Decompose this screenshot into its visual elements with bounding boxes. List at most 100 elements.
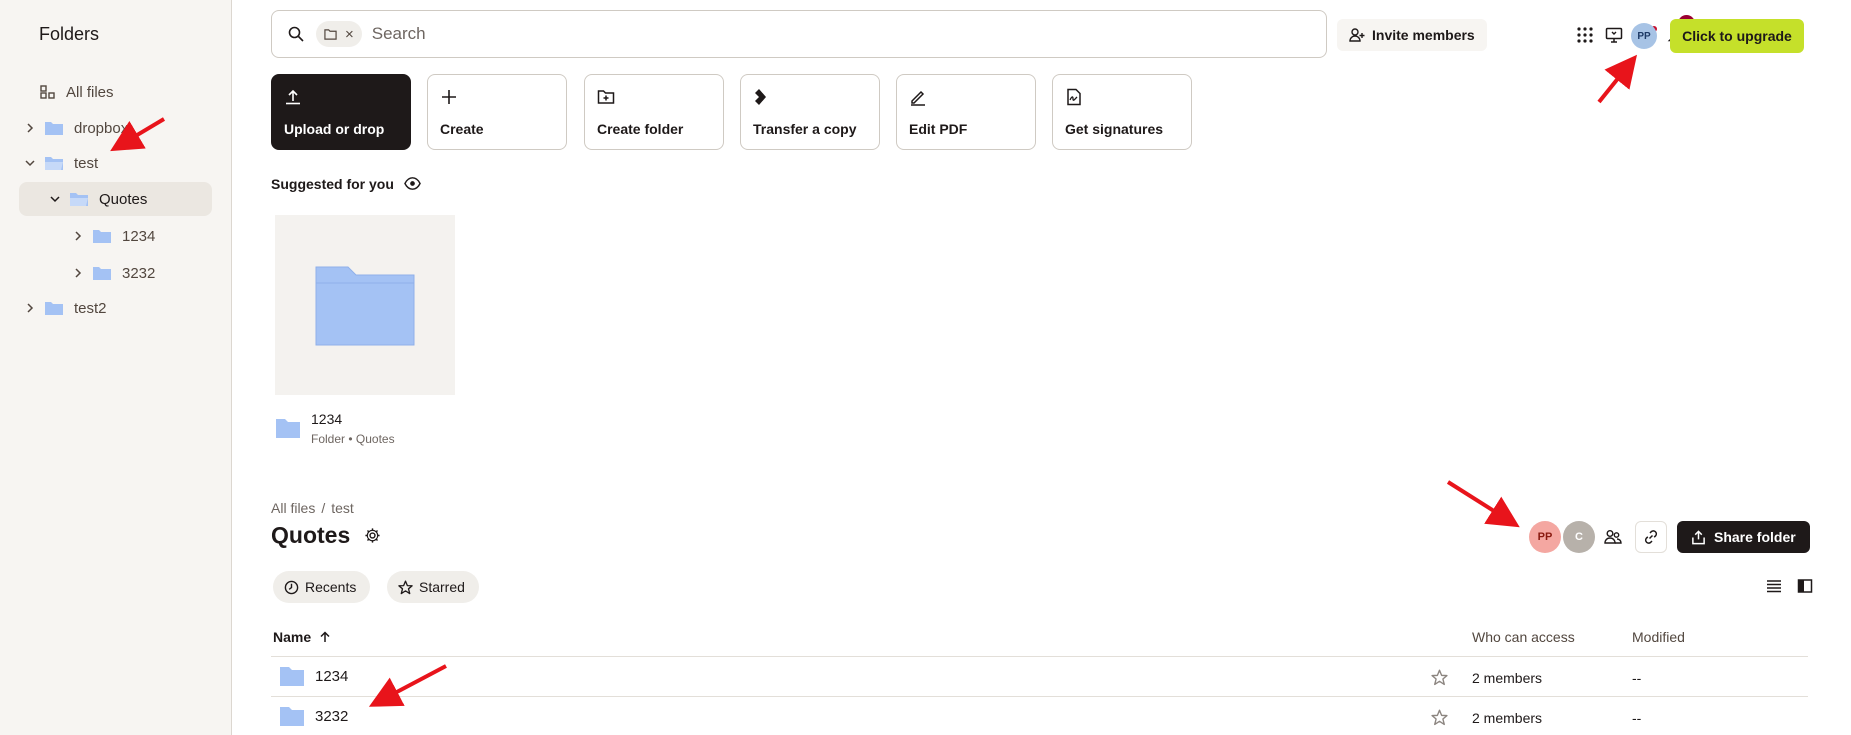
sidebar-item-label: All files <box>66 83 114 101</box>
link-icon <box>1642 528 1660 546</box>
breadcrumb-root[interactable]: All files <box>271 500 315 516</box>
folder-icon <box>279 705 305 727</box>
chevron-right-icon[interactable] <box>70 268 86 278</box>
column-header-name[interactable]: Name <box>273 629 331 645</box>
folder-open-icon <box>44 155 64 171</box>
folder-icon <box>92 265 112 281</box>
create-folder-button[interactable]: Create folder <box>584 74 724 150</box>
pen-icon <box>909 88 1023 106</box>
sidebar-item-dropbox[interactable]: dropbox <box>22 111 128 145</box>
share-folder-label: Share folder <box>1714 529 1796 545</box>
suggested-folder-meta[interactable]: 1234 Folder • Quotes <box>275 411 395 446</box>
transfer-copy-button[interactable]: Transfer a copy <box>740 74 880 150</box>
sidebar-item-label: Quotes <box>99 190 148 208</box>
annotation-arrow-row <box>368 664 447 707</box>
copy-link-button[interactable] <box>1635 521 1667 553</box>
signature-icon <box>1065 88 1179 106</box>
chevron-right-icon[interactable] <box>70 231 86 241</box>
filter-starred[interactable]: Starred <box>387 571 479 603</box>
annotation-arrow-members <box>1446 480 1520 528</box>
edit-pdf-button[interactable]: Edit PDF <box>896 74 1036 150</box>
sidebar-title: Folders <box>39 24 100 44</box>
sidebar-item-label: test2 <box>74 299 107 317</box>
folder-share-controls: PP C Share folder <box>1529 520 1810 554</box>
table-divider <box>271 696 1808 697</box>
breadcrumb: All files / test <box>271 500 354 516</box>
people-icon <box>1604 528 1622 546</box>
invite-members-button[interactable]: Invite members <box>1337 19 1487 51</box>
plus-icon <box>440 88 554 106</box>
desktop-app-icon[interactable] <box>1603 24 1625 46</box>
list-view-icon[interactable] <box>1766 578 1784 596</box>
row-modified: -- <box>1632 710 1642 726</box>
upgrade-button[interactable]: Click to upgrade <box>1670 19 1804 53</box>
sidebar-item-1234[interactable]: 1234 <box>70 219 155 253</box>
add-user-icon <box>1349 27 1365 43</box>
manage-access-button[interactable] <box>1597 521 1629 553</box>
folder-icon <box>324 28 337 41</box>
upload-button[interactable]: Upload or drop <box>271 74 411 150</box>
chevron-right-icon[interactable] <box>22 123 38 133</box>
folder-settings-gear-icon[interactable] <box>364 527 381 544</box>
table-divider <box>271 656 1808 657</box>
chevron-right-icon[interactable] <box>22 303 38 313</box>
row-star-icon[interactable] <box>1431 669 1449 687</box>
transfer-copy-label: Transfer a copy <box>753 121 857 137</box>
panel-toggle-icon[interactable] <box>1797 578 1815 596</box>
filter-recents[interactable]: Recents <box>273 571 371 603</box>
search-input[interactable] <box>371 24 972 44</box>
row-access: 2 members <box>1472 710 1543 726</box>
share-icon <box>1691 529 1706 545</box>
page-title-row: Quotes <box>271 522 381 549</box>
create-folder-label: Create folder <box>597 121 684 137</box>
folder-thumbnail-icon <box>312 261 418 349</box>
sidebar-item-quotes[interactable]: Quotes <box>19 182 212 216</box>
breadcrumb-current[interactable]: test <box>331 500 354 516</box>
create-button[interactable]: Create <box>427 74 567 150</box>
filter-label: Recents <box>305 579 357 595</box>
suggested-folder-subtitle: Folder • Quotes <box>311 432 395 446</box>
table-row-name[interactable]: 1234 <box>279 665 348 687</box>
upload-label: Upload or drop <box>284 121 385 137</box>
sidebar-item-3232[interactable]: 3232 <box>70 256 155 290</box>
column-header-modified[interactable]: Modified <box>1632 629 1685 645</box>
suggested-folder-name: 1234 <box>311 411 343 427</box>
member-avatar-pp[interactable]: PP <box>1529 521 1561 553</box>
folder-icon <box>44 300 64 316</box>
get-signatures-button[interactable]: Get signatures <box>1052 74 1192 150</box>
row-star-icon[interactable] <box>1431 709 1449 727</box>
share-folder-button[interactable]: Share folder <box>1677 521 1810 553</box>
all-files-icon <box>38 84 55 100</box>
suggested-folder-card[interactable] <box>275 215 455 395</box>
account-avatar[interactable]: PP <box>1631 23 1657 49</box>
sidebar-item-label: 1234 <box>122 227 156 245</box>
edit-pdf-label: Edit PDF <box>909 121 968 137</box>
table-row-name[interactable]: 3232 <box>279 705 348 727</box>
clock-icon <box>284 580 299 595</box>
row-access: 2 members <box>1472 670 1543 686</box>
column-header-access[interactable]: Who can access <box>1472 629 1575 645</box>
create-label: Create <box>440 121 484 137</box>
sidebar-item-all-files[interactable]: All files <box>38 75 114 109</box>
transfer-icon <box>753 88 867 106</box>
member-avatar-c[interactable]: C <box>1563 521 1595 553</box>
eye-icon[interactable] <box>404 175 421 192</box>
apps-grid-icon[interactable] <box>1574 24 1596 46</box>
search-filter-chip[interactable]: × <box>316 21 362 47</box>
chevron-down-icon[interactable] <box>47 194 63 204</box>
sort-arrow-up-icon[interactable] <box>319 631 331 643</box>
search-bar[interactable]: × <box>271 10 1327 58</box>
sidebar-item-label: 3232 <box>122 264 156 282</box>
suggested-folder-text: 1234 Folder • Quotes <box>311 411 395 446</box>
suggested-title: Suggested for you <box>271 175 394 192</box>
invite-members-label: Invite members <box>1372 27 1475 43</box>
sidebar-item-test2[interactable]: test2 <box>22 291 107 325</box>
chevron-down-icon[interactable] <box>22 158 38 168</box>
annotation-arrow-avatar <box>1597 54 1638 104</box>
column-name-label: Name <box>273 629 312 645</box>
star-icon <box>398 579 413 595</box>
folder-open-icon <box>69 191 89 207</box>
sidebar-item-test[interactable]: test <box>22 146 98 180</box>
chip-close-icon[interactable]: × <box>345 27 354 42</box>
filter-label: Starred <box>419 579 465 595</box>
